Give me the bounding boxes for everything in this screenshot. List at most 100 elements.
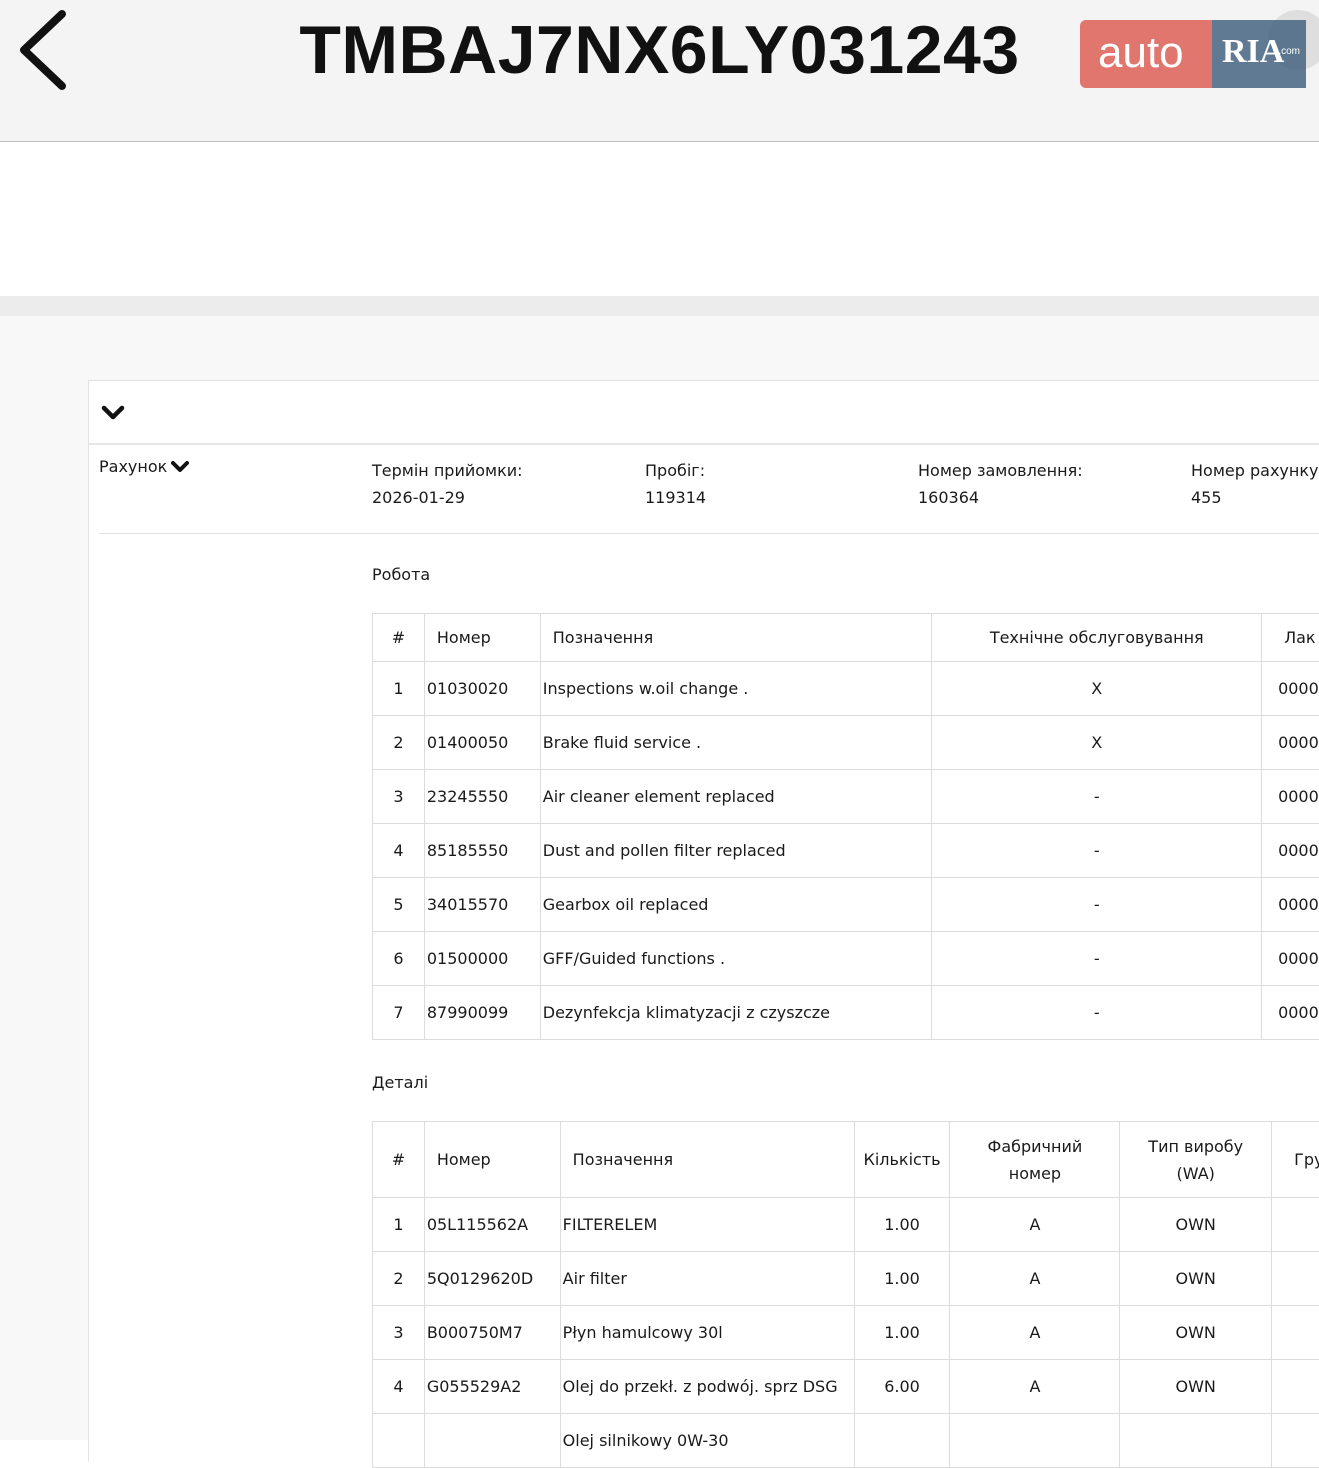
column-header: # — [373, 614, 425, 662]
field-value: 455 — [1191, 484, 1319, 511]
table-cell: 5Q0129620D — [424, 1252, 560, 1306]
table-row: 105L115562AFILTERELEM1.00AOWN — [373, 1198, 1319, 1252]
table-row: 787990099Dezynfekcja klimatyzacji z czys… — [373, 986, 1319, 1040]
table-cell: OWN — [1120, 1306, 1272, 1360]
table-cell: 0000 — [1262, 662, 1319, 716]
table-cell: 1.00 — [854, 1198, 950, 1252]
table-cell: 5 — [373, 878, 425, 932]
field-label: Термін прийомки: — [372, 457, 523, 484]
table-cell: - — [932, 770, 1262, 824]
table-cell: 0000 — [1262, 878, 1319, 932]
top-bar: TMBAJ7NX6LY031243 auto RIA.com — [0, 0, 1319, 142]
table-cell: 87990099 — [424, 986, 540, 1040]
column-header: Гру — [1272, 1122, 1319, 1198]
watermark-ria-text: RIA — [1222, 33, 1284, 70]
table-cell: Gearbox oil replaced — [540, 878, 932, 932]
table-cell: 1.00 — [854, 1252, 950, 1306]
table-cell: Dust and pollen filter replaced — [540, 824, 932, 878]
table-cell: 2 — [373, 716, 425, 770]
table-cell: 0000 — [1262, 986, 1319, 1040]
table-row: 485185550Dust and pollen filter replaced… — [373, 824, 1319, 878]
table-row: Olej silnikowy 0W-30 — [373, 1414, 1319, 1468]
column-header: Номер — [424, 614, 540, 662]
table-cell: 01400050 — [424, 716, 540, 770]
table-cell: 85185550 — [424, 824, 540, 878]
card-collapse-toggle[interactable] — [101, 403, 125, 423]
field-label: Пробіг: — [645, 457, 706, 484]
table-cell: 23245550 — [424, 770, 540, 824]
column-header: Тип виробу (WA) — [1120, 1122, 1272, 1198]
table-cell: 01030020 — [424, 662, 540, 716]
table-cell: A — [950, 1360, 1120, 1414]
invoice-card: Рахунок Термін прийомки: 2026-01-29 Проб… — [88, 380, 1319, 1461]
column-header: Кількість — [854, 1122, 950, 1198]
table-cell — [950, 1414, 1120, 1468]
table-header-row: # Номер Позначення Технічне обслуговуван… — [373, 614, 1319, 662]
table-cell: Płyn hamulcowy 30l — [560, 1306, 854, 1360]
table-cell: - — [932, 878, 1262, 932]
mileage-field: Пробіг: 119314 — [645, 457, 706, 511]
table-cell: 0000 — [1262, 770, 1319, 824]
field-label: Номер замовлення: — [918, 457, 1083, 484]
table-row: 323245550Air cleaner element replaced-00… — [373, 770, 1319, 824]
card-separator — [89, 443, 1319, 445]
parts-section-title: Деталі — [372, 1073, 428, 1092]
table-cell: 34015570 — [424, 878, 540, 932]
table-cell: GFF/Guided functions . — [540, 932, 932, 986]
parts-table: # Номер Позначення Кількість Фабричний н… — [372, 1121, 1319, 1468]
table-cell: Olej do przekł. z podwój. sprz DSG — [560, 1360, 854, 1414]
column-header: # — [373, 1122, 425, 1198]
table-cell — [1272, 1252, 1319, 1306]
table-cell: A — [950, 1252, 1120, 1306]
table-cell — [1272, 1360, 1319, 1414]
table-header-row: # Номер Позначення Кількість Фабричний н… — [373, 1122, 1319, 1198]
table-cell: Inspections w.oil change . — [540, 662, 932, 716]
field-value: 2026-01-29 — [372, 484, 523, 511]
invoice-toggle-label: Рахунок — [99, 457, 167, 476]
table-cell: 0000 — [1262, 824, 1319, 878]
table-row: 201400050Brake fluid service .X0000 — [373, 716, 1319, 770]
table-row: 3B000750M7Płyn hamulcowy 30l1.00AOWN — [373, 1306, 1319, 1360]
table-cell: 05L115562A — [424, 1198, 560, 1252]
table-cell: G055529A2 — [424, 1360, 560, 1414]
column-header: Фабричний номер — [950, 1122, 1120, 1198]
table-row: 101030020Inspections w.oil change .X0000 — [373, 662, 1319, 716]
watermark-auto: auto — [1080, 20, 1212, 88]
table-cell: Air cleaner element replaced — [540, 770, 932, 824]
table-cell: 3 — [373, 770, 425, 824]
meta-separator — [99, 533, 1319, 534]
invoice-toggle[interactable]: Рахунок — [99, 457, 189, 476]
work-section-title: Робота — [372, 565, 430, 584]
table-cell: B000750M7 — [424, 1306, 560, 1360]
column-header: Номер — [424, 1122, 560, 1198]
table-cell: A — [950, 1198, 1120, 1252]
table-cell — [1272, 1198, 1319, 1252]
field-value: 119314 — [645, 484, 706, 511]
table-cell — [373, 1414, 425, 1468]
table-cell: X — [932, 662, 1262, 716]
table-cell: FILTERELEM — [560, 1198, 854, 1252]
table-cell: 4 — [373, 1360, 425, 1414]
table-cell: OWN — [1120, 1252, 1272, 1306]
chevron-down-icon — [101, 403, 125, 423]
watermark-com: .com — [1278, 20, 1300, 84]
column-header: Лак — [1262, 614, 1319, 662]
table-cell: Air filter — [560, 1252, 854, 1306]
order-number-field: Номер замовлення: 160364 — [918, 457, 1083, 511]
table-row: 534015570Gearbox oil replaced-0000 — [373, 878, 1319, 932]
watermark-ria: RIA.com — [1212, 20, 1306, 88]
table-cell — [1272, 1414, 1319, 1468]
column-header: Позначення — [540, 614, 932, 662]
table-cell — [424, 1414, 560, 1468]
intake-date-field: Термін прийомки: 2026-01-29 — [372, 457, 523, 511]
table-cell: - — [932, 986, 1262, 1040]
table-cell: Olej silnikowy 0W-30 — [560, 1414, 854, 1468]
table-cell: 1.00 — [854, 1306, 950, 1360]
table-cell: 1 — [373, 1198, 425, 1252]
table-cell — [1272, 1306, 1319, 1360]
invoice-number-field: Номер рахунку: 455 — [1191, 457, 1319, 511]
table-cell: 6.00 — [854, 1360, 950, 1414]
table-cell: 0000 — [1262, 932, 1319, 986]
table-cell: 0000 — [1262, 716, 1319, 770]
table-cell — [854, 1414, 950, 1468]
